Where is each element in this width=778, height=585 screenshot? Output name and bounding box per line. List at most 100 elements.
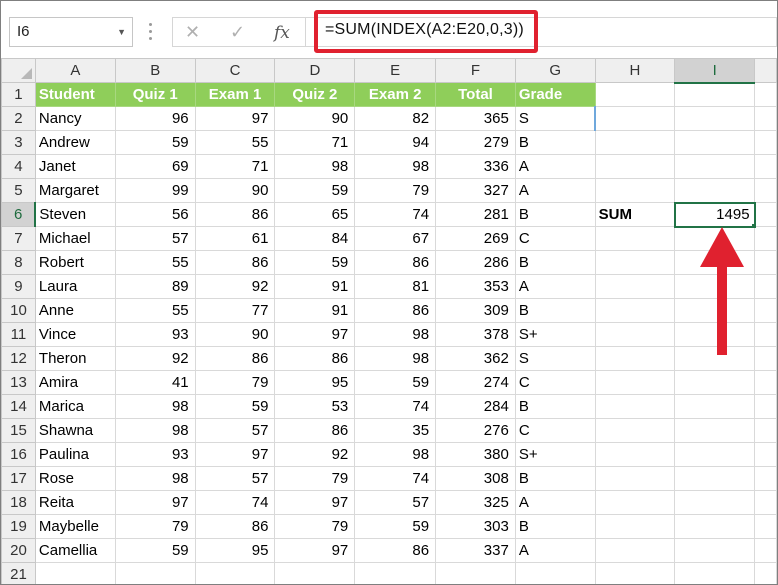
cell[interactable] xyxy=(194,562,276,584)
cell[interactable]: C xyxy=(514,370,596,395)
cell[interactable]: A xyxy=(514,178,596,203)
drag-handle-icon[interactable] xyxy=(149,23,153,41)
cell[interactable] xyxy=(754,514,777,539)
cell[interactable] xyxy=(754,226,777,251)
cell[interactable] xyxy=(754,106,777,131)
cell[interactable]: Maybelle xyxy=(34,514,116,539)
cell[interactable]: 91 xyxy=(274,274,356,299)
cell[interactable]: 308 xyxy=(435,466,516,491)
cell[interactable]: Amira xyxy=(34,370,116,395)
cell[interactable]: 79 xyxy=(274,514,356,539)
cell[interactable]: 92 xyxy=(114,346,196,371)
cell[interactable]: S+ xyxy=(514,442,596,467)
row-header[interactable]: 18 xyxy=(1,490,36,515)
cell[interactable]: 378 xyxy=(435,322,516,347)
cell[interactable] xyxy=(754,298,777,323)
cell[interactable]: 98 xyxy=(274,154,356,179)
cell[interactable] xyxy=(274,562,356,584)
cell[interactable]: Shawna xyxy=(34,418,116,443)
cell[interactable] xyxy=(674,370,756,395)
cell[interactable]: 97 xyxy=(274,538,356,563)
cell[interactable]: 92 xyxy=(194,274,276,299)
cell[interactable]: Paulina xyxy=(34,442,116,467)
cell[interactable]: 98 xyxy=(354,154,437,179)
cell[interactable]: 59 xyxy=(354,514,437,539)
cell[interactable]: 86 xyxy=(194,202,276,227)
cell[interactable]: 284 xyxy=(435,394,516,419)
cell[interactable]: 90 xyxy=(274,106,356,131)
cell[interactable]: 91 xyxy=(274,298,356,323)
cell[interactable] xyxy=(594,106,676,131)
cell[interactable]: 97 xyxy=(114,490,196,515)
cell[interactable] xyxy=(754,418,777,443)
cell[interactable]: 98 xyxy=(354,442,437,467)
cell[interactable] xyxy=(674,154,756,179)
cell[interactable] xyxy=(594,130,676,155)
cell[interactable] xyxy=(754,562,777,584)
column-header[interactable]: E xyxy=(354,58,437,83)
cell[interactable] xyxy=(594,226,676,251)
cell[interactable] xyxy=(754,466,777,491)
cell[interactable] xyxy=(754,250,777,275)
cell[interactable]: Reita xyxy=(34,490,116,515)
cell[interactable]: 276 xyxy=(435,418,516,443)
row-header[interactable]: 4 xyxy=(1,154,36,179)
row-header[interactable]: 21 xyxy=(1,562,36,584)
cell[interactable]: A xyxy=(514,154,596,179)
cell[interactable]: S xyxy=(514,346,596,371)
cancel-icon[interactable]: ✕ xyxy=(185,22,200,43)
cell[interactable]: A xyxy=(514,538,596,563)
cell[interactable] xyxy=(754,274,777,299)
column-header[interactable]: G xyxy=(514,58,596,83)
cell[interactable]: 353 xyxy=(435,274,516,299)
cell[interactable]: 59 xyxy=(274,250,356,275)
cell[interactable]: 59 xyxy=(274,178,356,203)
cell[interactable]: Janet xyxy=(34,154,116,179)
column-header[interactable]: D xyxy=(274,58,356,83)
cell[interactable]: 86 xyxy=(274,346,356,371)
sum-label-cell[interactable]: SUM xyxy=(594,202,676,227)
cell[interactable] xyxy=(754,538,777,563)
column-header[interactable]: C xyxy=(194,58,276,83)
cell[interactable]: Laura xyxy=(34,274,116,299)
cell[interactable] xyxy=(674,466,756,491)
cell[interactable] xyxy=(594,514,676,539)
cell[interactable]: S+ xyxy=(514,322,596,347)
cell[interactable]: 97 xyxy=(274,322,356,347)
cell[interactable] xyxy=(674,514,756,539)
column-header[interactable]: F xyxy=(435,58,516,83)
cell[interactable]: 97 xyxy=(274,490,356,515)
cell[interactable]: C xyxy=(514,226,596,251)
cell[interactable]: Steven xyxy=(34,202,116,227)
cell[interactable]: Andrew xyxy=(34,130,116,155)
cell[interactable] xyxy=(594,442,676,467)
row-header[interactable]: 1 xyxy=(1,82,36,107)
column-title-cell[interactable]: Total xyxy=(435,82,516,107)
cell[interactable]: 59 xyxy=(194,394,276,419)
cell[interactable]: 57 xyxy=(114,226,196,251)
cell[interactable]: 86 xyxy=(194,250,276,275)
column-title-cell[interactable]: Grade xyxy=(514,82,596,107)
cell[interactable] xyxy=(754,442,777,467)
cell[interactable]: 95 xyxy=(194,538,276,563)
cell[interactable] xyxy=(674,130,756,155)
cell[interactable]: Margaret xyxy=(34,178,116,203)
cell[interactable]: Michael xyxy=(34,226,116,251)
cell[interactable] xyxy=(594,346,676,371)
cell[interactable] xyxy=(754,82,777,107)
cell[interactable] xyxy=(594,370,676,395)
cell[interactable] xyxy=(754,322,777,347)
cell[interactable]: B xyxy=(514,130,596,155)
cell[interactable] xyxy=(594,322,676,347)
row-header[interactable]: 12 xyxy=(1,346,36,371)
cell[interactable]: 53 xyxy=(274,394,356,419)
cell[interactable]: Theron xyxy=(34,346,116,371)
cell[interactable]: 90 xyxy=(194,178,276,203)
cell[interactable]: Camellia xyxy=(34,538,116,563)
cell[interactable]: Nancy xyxy=(34,106,116,131)
cell[interactable]: A xyxy=(514,274,596,299)
cell[interactable]: 90 xyxy=(194,322,276,347)
cell[interactable] xyxy=(754,346,777,371)
name-box[interactable]: I6 ▼ xyxy=(9,17,133,47)
cell[interactable]: 74 xyxy=(354,202,437,227)
